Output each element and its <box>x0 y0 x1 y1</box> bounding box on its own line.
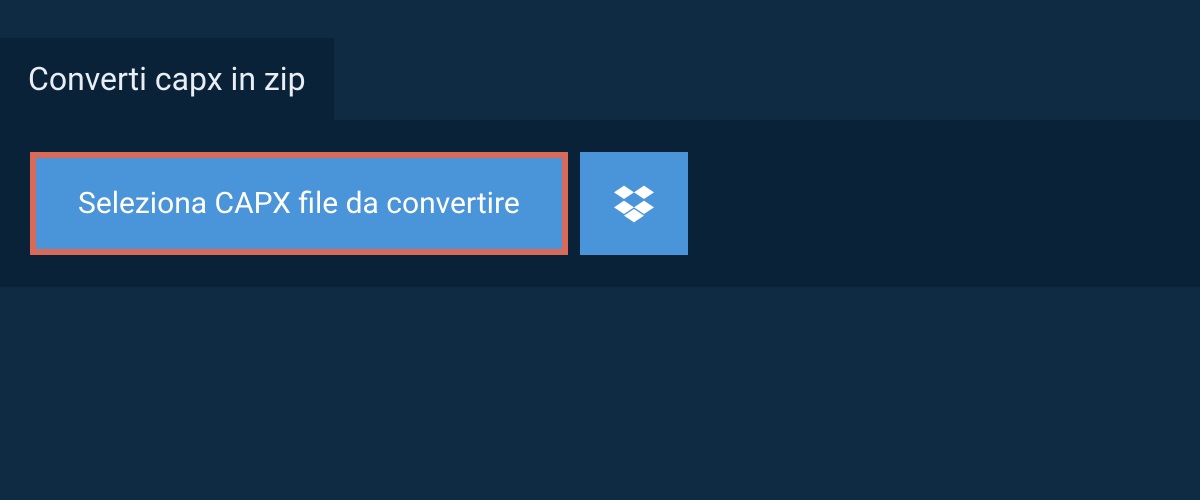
button-row: Seleziona CAPX file da convertire <box>30 152 1170 255</box>
content-panel: Seleziona CAPX file da convertire <box>0 120 1200 287</box>
select-file-button[interactable]: Seleziona CAPX file da convertire <box>30 152 568 255</box>
tab-header: Converti capx in zip <box>0 38 334 120</box>
dropbox-icon <box>614 184 654 224</box>
select-file-label: Seleziona CAPX file da convertire <box>78 186 520 221</box>
dropbox-button[interactable] <box>580 152 688 255</box>
page-title: Converti capx in zip <box>28 60 306 98</box>
